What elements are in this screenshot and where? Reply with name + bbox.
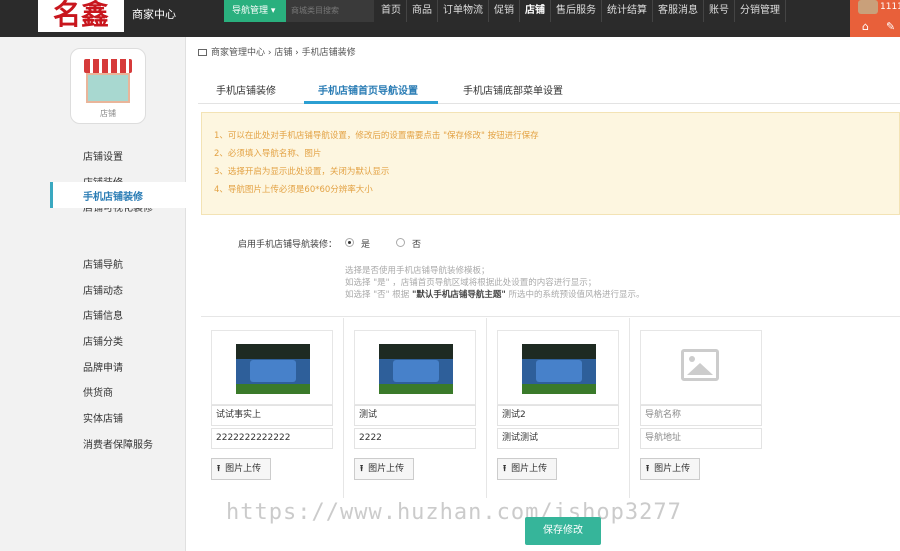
save-button[interactable]: 保存修改 [525, 517, 601, 545]
storefront-shape [86, 73, 130, 103]
brand-title: 商家中心 [132, 8, 176, 21]
sidebar-item-mobile-decoration[interactable]: 手机店铺装修 [50, 182, 187, 208]
hint-theme-name: "默认手机店铺导航主题" [411, 290, 506, 300]
sidebar-item-physical-store[interactable]: 实体店铺 [83, 410, 123, 425]
shop-label: 店铺 [100, 109, 116, 118]
hint-text: 所选中的系统预设值风格进行显示。 [508, 290, 645, 300]
avatar[interactable] [858, 0, 878, 14]
logo[interactable]: 名鑫 [38, 0, 124, 32]
nav-url-input[interactable]: 2222222222222 [211, 428, 333, 449]
sidebar-item-shop-news[interactable]: 店铺动态 [83, 282, 123, 297]
category-search-input[interactable]: 商城类目搜索 [286, 0, 374, 22]
sidebar-item-shop-info[interactable]: 店铺信息 [83, 307, 123, 322]
nav-item-aftersale[interactable]: 售后服务 [551, 0, 602, 22]
nav-item-stats[interactable]: 统计结算 [602, 0, 653, 22]
upload-icon: ⭱ [503, 464, 507, 474]
nav-item-account[interactable]: 账号 [704, 0, 735, 22]
nav-card: 测试 2222 ⭱ 图片上传 [344, 318, 487, 498]
divider [201, 316, 900, 317]
notice-line: 3、选择开启为显示此处设置，关闭为默认显示 [214, 167, 390, 177]
breadcrumb: 商家管理中心 › 店铺 › 手机店铺装修 [198, 45, 356, 58]
nav-card: 导航名称 导航地址 ⭱ 图片上传 [630, 318, 773, 498]
wrench-icon[interactable]: ✎ [886, 20, 895, 33]
tab-bar: 手机店铺装修 手机店铺首页导航设置 手机店铺底部菜单设置 [198, 70, 900, 104]
radio-yes[interactable] [345, 238, 354, 247]
nav-name-input[interactable]: 测试 [354, 405, 476, 426]
sidebar-item-shop-settings[interactable]: 店铺设置 [83, 148, 123, 163]
upload-label: 图片上传 [368, 464, 405, 474]
notice-box: 1、可以在此处对手机店铺导航设置，修改后的设置需要点击 "保存修改" 按钮进行保… [201, 112, 900, 215]
nav-manage-dropdown[interactable]: 导航管理 ▾ [224, 0, 286, 22]
tab-nav-settings[interactable]: 手机店铺首页导航设置 [318, 82, 418, 97]
shop-icon: 店铺 [70, 48, 146, 124]
upload-icon: ⭱ [360, 464, 364, 474]
nav-item-home[interactable]: 首页 [376, 0, 407, 22]
nav-image-box[interactable] [211, 330, 333, 405]
radio-yes-label[interactable]: 是 [361, 237, 370, 250]
upload-icon: ⭱ [217, 464, 221, 474]
awning-shape [84, 59, 132, 73]
nav-url-input[interactable]: 测试测试 [497, 428, 619, 449]
watermark: https://www.huzhan.com/ishop3277 [226, 500, 682, 525]
nav-item-distribution[interactable]: 分销管理 [735, 0, 786, 22]
image-placeholder-icon [681, 349, 719, 381]
nav-image [522, 344, 596, 394]
hint-line: 选择是否使用手机店铺导航装修模板； [345, 266, 490, 276]
nav-url-input[interactable]: 2222 [354, 428, 476, 449]
upload-label: 图片上传 [225, 464, 262, 474]
notice-line: 2、必须填入导航名称、图片 [214, 149, 322, 159]
nav-name-input[interactable]: 试试事实上 [211, 405, 333, 426]
image-upload-button[interactable]: ⭱ 图片上传 [354, 458, 414, 480]
tab-mobile-decoration[interactable]: 手机店铺装修 [216, 82, 276, 97]
notice-line: 4、导航图片上传必须是60*60分辨率大小 [214, 185, 373, 195]
sidebar-item-shop-category[interactable]: 店铺分类 [83, 333, 123, 348]
image-upload-button[interactable]: ⭱ 图片上传 [497, 458, 557, 480]
tab-active-indicator [304, 101, 438, 104]
nav-item-goods[interactable]: 商品 [407, 0, 438, 22]
sidebar-item-consumer-protection[interactable]: 消费者保障服务 [83, 436, 153, 451]
radio-no-label[interactable]: 否 [412, 237, 421, 250]
sidebar-item-brand-apply[interactable]: 品牌申请 [83, 359, 123, 374]
home-icon[interactable]: ⌂ [862, 20, 869, 33]
monitor-icon [198, 49, 207, 56]
nav-item-shop[interactable]: 店铺 [520, 0, 551, 22]
enable-nav-label: 启用手机店铺导航装修： [238, 240, 338, 250]
sidebar-item-supplier[interactable]: 供货商 [83, 384, 113, 399]
nav-item-orders[interactable]: 订单物流 [438, 0, 489, 22]
nav-item-promo[interactable]: 促销 [489, 0, 520, 22]
nav-image [379, 344, 453, 394]
nav-image-box[interactable] [497, 330, 619, 405]
radio-no[interactable] [396, 238, 405, 247]
nav-name-input[interactable]: 导航名称 [640, 405, 762, 426]
upload-label: 图片上传 [511, 464, 548, 474]
breadcrumb-text[interactable]: 商家管理中心 › 店铺 › 手机店铺装修 [211, 48, 356, 58]
nav-image-box[interactable] [640, 330, 762, 405]
nav-card: 试试事实上 2222222222222 ⭱ 图片上传 [201, 318, 344, 498]
nav-image-box[interactable] [354, 330, 476, 405]
nav-image [236, 344, 310, 394]
nav-url-input[interactable]: 导航地址 [640, 428, 762, 449]
hint-line: 如选择 "否" 根据 "默认手机店铺导航主题" 所选中的系统预设值风格进行显示。 [345, 288, 645, 300]
main-nav: 首页 商品 订单物流 促销 店铺 售后服务 统计结算 客服消息 账号 分销管理 [376, 0, 786, 22]
upload-icon: ⭱ [646, 464, 650, 474]
hint-line: 如选择 "是" ，店铺首页导航区域将根据此处设置的内容进行显示； [345, 278, 597, 288]
nav-item-service[interactable]: 客服消息 [653, 0, 704, 22]
image-upload-button[interactable]: ⭱ 图片上传 [211, 458, 271, 480]
notice-line: 1、可以在此处对手机店铺导航设置，修改后的设置需要点击 "保存修改" 按钮进行保… [214, 131, 539, 141]
upload-label: 图片上传 [654, 464, 691, 474]
user-id: 1111 [880, 2, 900, 12]
nav-name-input[interactable]: 测试2 [497, 405, 619, 426]
image-upload-button[interactable]: ⭱ 图片上传 [640, 458, 700, 480]
tab-bottom-menu[interactable]: 手机店铺底部菜单设置 [463, 82, 563, 97]
sidebar-item-shop-nav[interactable]: 店铺导航 [83, 256, 123, 271]
sidebar-item-label: 手机店铺装修 [83, 192, 143, 203]
hint-text: 如选择 "否" 根据 [345, 290, 410, 300]
nav-card: 测试2 测试测试 ⭱ 图片上传 [487, 318, 630, 498]
